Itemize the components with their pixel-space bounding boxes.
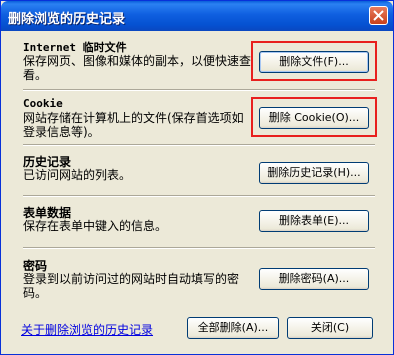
about-delete-history-link[interactable]: 关于删除浏览的历史记录 <box>21 321 153 338</box>
separator <box>23 247 375 249</box>
delete-passwords-button[interactable]: 删除密码(A)... <box>259 268 369 290</box>
separator <box>23 195 375 197</box>
delete-history-button[interactable]: 删除历史记录(H)... <box>259 162 369 184</box>
highlight-box-delete-files <box>251 41 377 81</box>
dialog-body: Internet 临时文件 保存网页、图像和媒体的副本，以便快速查看。 删除文件… <box>5 31 389 349</box>
delete-all-button[interactable]: 全部删除(A)... <box>187 317 279 339</box>
separator <box>23 89 375 91</box>
delete-forms-button[interactable]: 删除表单(E)... <box>259 210 369 232</box>
section-desc-passwords: 登录到以前访问过的网站时自动填写的密码。 <box>23 272 240 300</box>
separator <box>23 144 375 146</box>
title-bar: 删除浏览的历史记录 <box>1 1 393 31</box>
section-desc-history: 已访问网站的列表。 <box>23 168 132 182</box>
section-title-cookies: Cookie <box>23 97 63 110</box>
delete-browsing-history-dialog: 删除浏览的历史记录 Internet 临时文件 保存网页、图像和媒体的副本，以便… <box>0 0 394 355</box>
close-window-button[interactable] <box>369 6 388 25</box>
section-desc-temporary-files: 保存网页、图像和媒体的副本，以便快速查看。 <box>23 54 252 82</box>
section-title-temporary-files: Internet 临时文件 <box>23 41 127 54</box>
section-desc-cookies: 网站存储在计算机上的文件(保存首选项如登录信息等)。 <box>23 111 244 139</box>
close-button[interactable]: 关闭(C) <box>287 317 373 339</box>
window-title: 删除浏览的历史记录 <box>8 12 126 27</box>
highlight-box-delete-cookies <box>251 97 377 137</box>
close-icon <box>373 10 384 21</box>
section-desc-form-data: 保存在表单中键入的信息。 <box>23 219 168 233</box>
